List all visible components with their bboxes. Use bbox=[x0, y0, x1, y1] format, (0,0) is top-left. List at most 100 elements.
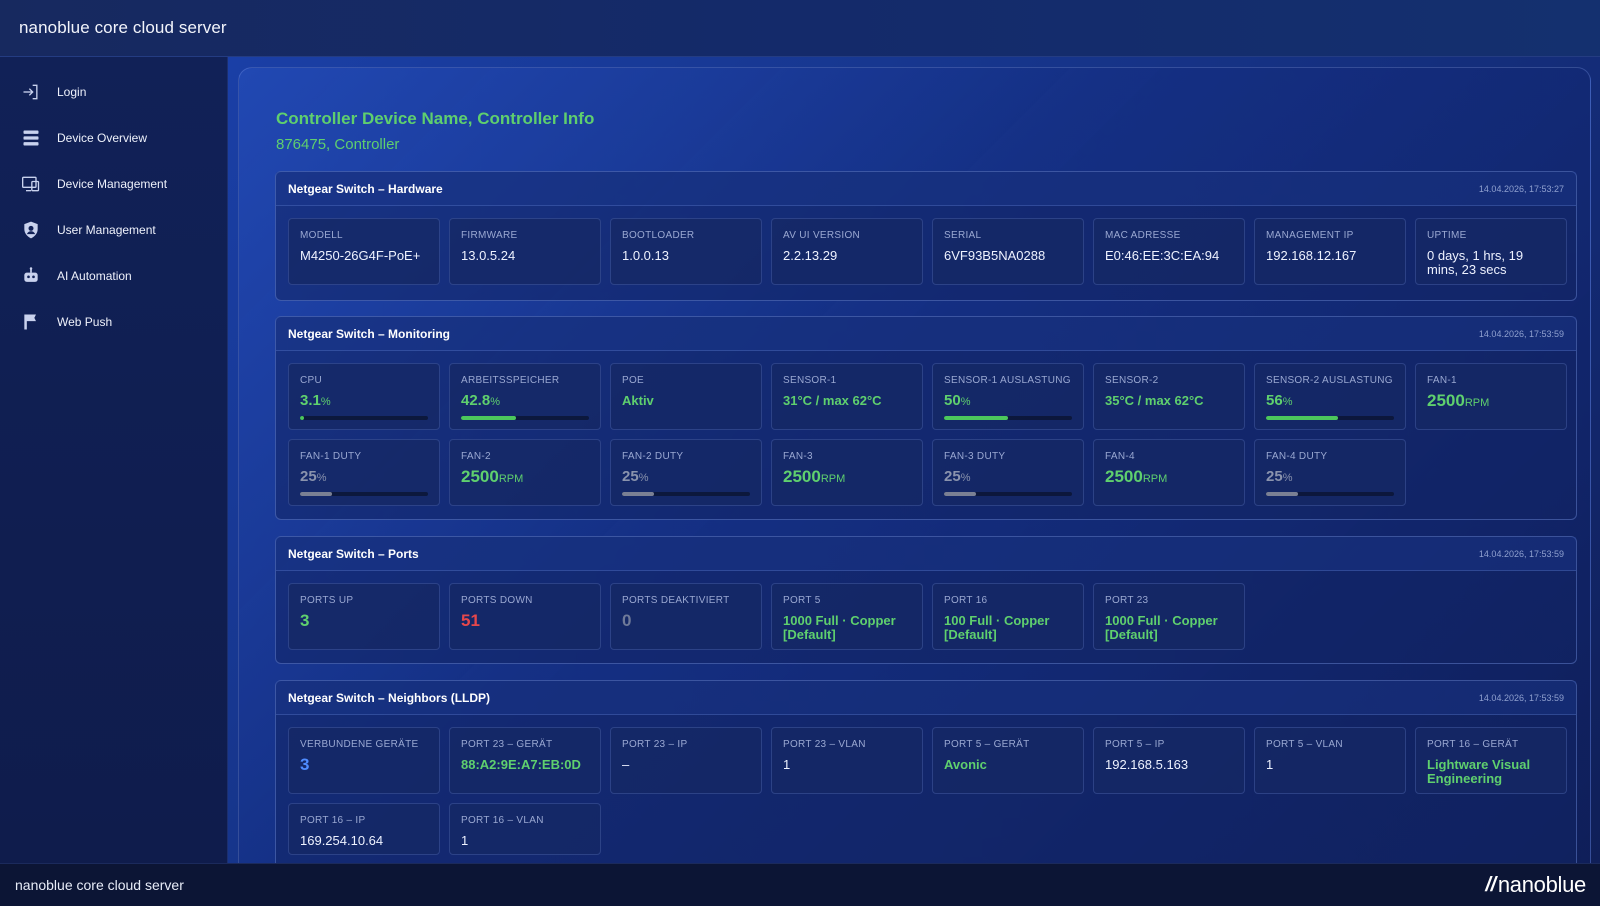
sidebar-item-user-management[interactable]: User Management bbox=[0, 207, 227, 253]
unit: % bbox=[320, 396, 331, 408]
card-uptime: Uptime 0 days, 1 hrs, 19 mins, 23 secs bbox=[1415, 218, 1567, 285]
card-ports-down: Ports Down 51 bbox=[449, 583, 601, 650]
controller-subtitle: 876475, Controller bbox=[276, 136, 400, 153]
card-label: Fan-2 Duty bbox=[622, 451, 684, 462]
card-value: 25% bbox=[1266, 469, 1394, 485]
card-serial: Serial 6VF93B5NA0288 bbox=[932, 218, 1084, 285]
card-value: 51 bbox=[461, 611, 480, 630]
card-label: AV UI Version bbox=[783, 230, 861, 241]
sidebar-item-device-management[interactable]: Device Management bbox=[0, 161, 227, 207]
section-title: Netgear Switch – Hardware bbox=[288, 181, 443, 196]
memory-bar bbox=[461, 416, 589, 420]
sensor1-load-value: 50 bbox=[944, 392, 961, 409]
fan2-duty-bar bbox=[622, 492, 750, 496]
card-label: CPU bbox=[300, 375, 323, 386]
card-value: E0:46:EE:3C:EA:94 bbox=[1105, 248, 1220, 263]
section-timestamp: 14.04.2026, 17:53:59 bbox=[1478, 328, 1564, 339]
card-fan-1-duty: Fan-1 Duty 25% bbox=[288, 439, 440, 506]
cpu-bar bbox=[300, 416, 428, 420]
card-value: 3.1% bbox=[300, 392, 428, 409]
card-value: 13.0.5.24 bbox=[461, 248, 516, 263]
card-port-16-ip: Port 16 – IP 169.254.10.64 bbox=[288, 803, 440, 855]
card-port-23: Port 23 1000 Full · Copper [Default] bbox=[1093, 583, 1245, 650]
unit: % bbox=[960, 396, 971, 408]
memory-value: 42.8 bbox=[461, 392, 491, 409]
card-label: Port 5 – IP bbox=[1105, 739, 1165, 750]
card-cpu: CPU 3.1% bbox=[288, 363, 440, 430]
card-fan-4-duty: Fan-4 Duty 25% bbox=[1254, 439, 1406, 506]
sidebar-item-web-push[interactable]: Web Push bbox=[0, 299, 227, 345]
sidebar-item-login[interactable]: Login bbox=[0, 69, 227, 115]
fan2-duty-value: 25 bbox=[622, 468, 639, 485]
card-value: 50% bbox=[944, 392, 1072, 409]
main-content: Controller Device Name, Controller Info … bbox=[228, 57, 1600, 863]
card-value: 1 bbox=[461, 833, 469, 848]
section-timestamp: 14.04.2026, 17:53:59 bbox=[1478, 548, 1564, 559]
devices-icon bbox=[20, 173, 42, 195]
card-port-16-vlan: Port 16 – VLAN 1 bbox=[449, 803, 601, 855]
card-value: 169.254.10.64 bbox=[300, 833, 384, 848]
card-label: Sensor-1 bbox=[783, 375, 837, 386]
card-label: Port 16 bbox=[944, 595, 988, 606]
card-value: 42.8% bbox=[461, 392, 589, 409]
sidebar-item-label: Device Overview bbox=[57, 131, 148, 145]
card-label: Serial bbox=[944, 230, 982, 241]
card-label: Verbundene Geräte bbox=[300, 739, 419, 750]
sensor2-load-bar bbox=[1266, 416, 1394, 420]
sidebar-item-device-overview[interactable]: Device Overview bbox=[0, 115, 227, 161]
hardware-section: Netgear Switch – Hardware 14.04.2026, 17… bbox=[275, 171, 1577, 301]
card-label: Uptime bbox=[1427, 230, 1467, 241]
card-label: Port 16 – IP bbox=[300, 815, 366, 826]
unit: % bbox=[490, 396, 500, 408]
card-value: 56% bbox=[1266, 393, 1394, 409]
card-value: 1.0.0.13 bbox=[622, 248, 669, 263]
card-label: Fan-3 Duty bbox=[944, 451, 1006, 462]
card-value: 2500RPM bbox=[1105, 468, 1233, 486]
unit: % bbox=[316, 472, 327, 484]
section-header: Netgear Switch – Hardware 14.04.2026, 17… bbox=[276, 172, 1576, 206]
footer: nanoblue core cloud server // nanoblue bbox=[0, 863, 1600, 906]
card-label: Fan-2 bbox=[461, 451, 491, 462]
card-fan-2: Fan-2 2500RPM bbox=[449, 439, 601, 506]
card-label: Port 5 bbox=[783, 595, 821, 606]
card-value: 35°C / max 62°C bbox=[1105, 393, 1204, 408]
card-port-16: Port 16 100 Full · Copper [Default] bbox=[932, 583, 1084, 650]
card-port-23-vlan: Port 23 – VLAN 1 bbox=[771, 727, 923, 794]
card-value: 2500RPM bbox=[461, 468, 589, 486]
cpu-value: 3.1 bbox=[300, 392, 321, 409]
card-av-ui-version: AV UI Version 2.2.13.29 bbox=[771, 218, 923, 285]
card-label: Arbeitsspeicher bbox=[461, 375, 560, 386]
card-value: – bbox=[622, 757, 630, 772]
unit: RPM bbox=[1142, 473, 1168, 485]
sidebar-item-ai-automation[interactable]: AI Automation bbox=[0, 253, 227, 299]
controller-panel: Controller Device Name, Controller Info … bbox=[238, 67, 1591, 863]
card-label: Bootloader bbox=[622, 230, 695, 241]
card-value: 1000 Full · Copper [Default] bbox=[783, 613, 896, 642]
fan3-duty-bar bbox=[944, 492, 1072, 496]
unit: RPM bbox=[498, 473, 524, 485]
card-label: Modell bbox=[300, 230, 343, 241]
fan1-duty-bar bbox=[300, 492, 428, 496]
controller-title: Controller Device Name, Controller Info bbox=[276, 109, 595, 128]
card-sensor-2-load: Sensor-2 Auslastung 56% bbox=[1254, 363, 1406, 430]
card-label: Firmware bbox=[461, 230, 518, 241]
card-poe: PoE Aktiv bbox=[610, 363, 762, 430]
card-value: 0 days, 1 hrs, 19 mins, 23 secs bbox=[1427, 248, 1524, 277]
card-fan-1: Fan-1 2500RPM bbox=[1415, 363, 1567, 430]
cpu-bar-fill bbox=[300, 416, 304, 420]
memory-bar-fill bbox=[461, 416, 516, 420]
fan4-duty-bar bbox=[1266, 492, 1394, 496]
card-mac-address: MAC Adresse E0:46:EE:3C:EA:94 bbox=[1093, 218, 1245, 285]
card-bootloader: Bootloader 1.0.0.13 bbox=[610, 218, 762, 285]
card-value: Avonic bbox=[944, 757, 987, 772]
card-label: Ports Up bbox=[300, 595, 354, 606]
chat-flag-icon bbox=[20, 311, 42, 333]
card-ports-up: Ports Up 3 bbox=[288, 583, 440, 650]
card-label: Sensor-2 Auslastung bbox=[1266, 375, 1393, 386]
card-connected-devices: Verbundene Geräte 3 bbox=[288, 727, 440, 794]
card-port-16-device: Port 16 – Gerät Lightware Visual Enginee… bbox=[1415, 727, 1567, 794]
card-label: Port 23 bbox=[1105, 595, 1149, 606]
card-value: 100 Full · Copper [Default] bbox=[944, 613, 1050, 642]
card-label: Fan-4 Duty bbox=[1266, 451, 1328, 462]
card-port-23-ip: Port 23 – IP – bbox=[610, 727, 762, 794]
